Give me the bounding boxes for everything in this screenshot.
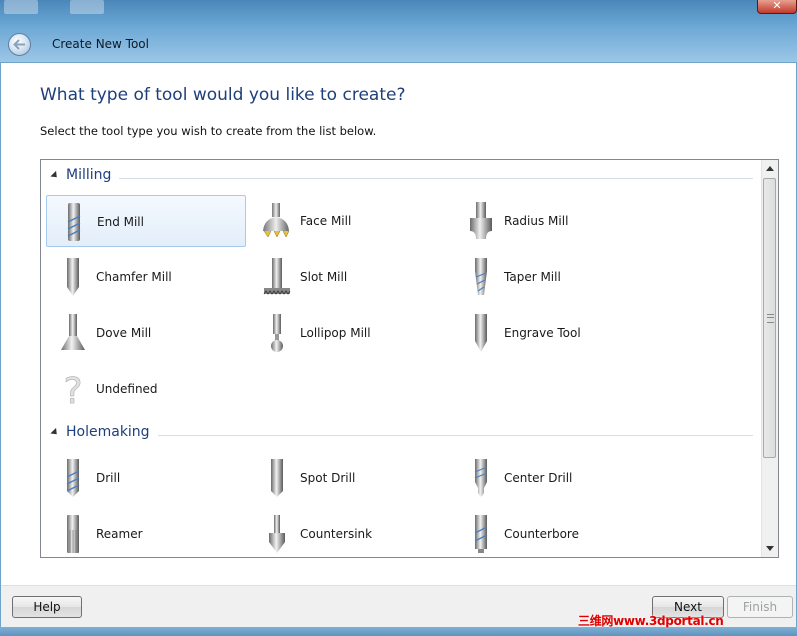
wizard-page: What type of tool would you like to crea… <box>1 63 796 585</box>
tool-item-slot-mill[interactable]: Slot Mill <box>250 251 450 303</box>
question-mark-icon: ? <box>63 371 83 409</box>
tool-item-radius-mill[interactable]: Radius Mill <box>454 195 654 247</box>
tool-item-label: Counterbore <box>504 527 579 541</box>
tool-item-face-mill[interactable]: Face Mill <box>250 195 450 247</box>
finish-button[interactable]: Finish <box>727 596 793 618</box>
tool-item-label: Face Mill <box>300 214 352 228</box>
chamfer-mill-icon <box>67 258 79 296</box>
tool-item-label: End Mill <box>97 215 144 229</box>
tool-item-label: Engrave Tool <box>504 326 581 340</box>
tool-item-chamfer-mill[interactable]: Chamfer Mill <box>46 251 246 303</box>
scroll-down-arrow-icon[interactable] <box>766 546 774 551</box>
desktop-icon <box>70 0 104 14</box>
tool-item-label: Lollipop Mill <box>300 326 371 340</box>
tool-item-center-drill[interactable]: Center Drill <box>454 452 654 504</box>
tool-item-engrave-tool[interactable]: Engrave Tool <box>454 307 654 359</box>
help-button[interactable]: Help <box>12 596 82 618</box>
lollipop-mill-icon <box>271 314 283 352</box>
taper-mill-icon <box>475 258 487 295</box>
page-heading: What type of tool would you like to crea… <box>40 85 406 105</box>
tool-item-label: Spot Drill <box>300 471 356 485</box>
group-header-holemaking[interactable]: Holemaking <box>41 424 755 444</box>
tool-item-label: Chamfer Mill <box>96 270 172 284</box>
tool-item-dove-mill[interactable]: Dove Mill <box>46 307 246 359</box>
dove-mill-icon <box>61 314 85 350</box>
tool-item-reamer[interactable]: Reamer <box>46 508 246 557</box>
tool-item-label: Center Drill <box>504 471 573 485</box>
tool-item-label: Countersink <box>300 527 373 541</box>
tool-item-label: Slot Mill <box>300 270 348 284</box>
tool-item-taper-mill[interactable]: Taper Mill <box>454 251 654 303</box>
tool-item-label: Taper Mill <box>504 270 561 284</box>
group-title: Holemaking <box>66 424 158 440</box>
tool-item-label: Reamer <box>96 527 143 541</box>
scroll-up-arrow-icon[interactable] <box>766 166 774 171</box>
group-divider <box>66 178 753 179</box>
page-subtitle: Select the tool type you wish to create … <box>40 124 377 138</box>
tool-item-label: Undefined <box>96 382 158 396</box>
tool-item-spot-drill[interactable]: Spot Drill <box>250 452 450 504</box>
tool-item-label: Dove Mill <box>96 326 152 340</box>
countersink-icon <box>269 515 285 553</box>
reamer-icon <box>67 515 79 553</box>
window-title: Create New Tool <box>52 37 149 51</box>
desktop-icon <box>4 0 38 14</box>
tool-item-drill[interactable]: Drill <box>46 452 246 504</box>
tool-item-end-mill[interactable]: End Mill <box>46 195 246 247</box>
tool-item-counterbore[interactable]: Counterbore <box>454 508 654 557</box>
slot-mill-icon <box>263 258 291 295</box>
spot-drill-icon <box>271 459 283 497</box>
title-bar: Create New Tool ✕ <box>0 0 797 62</box>
group-divider <box>66 435 753 436</box>
collapse-triangle-icon[interactable] <box>50 427 60 438</box>
group-header-milling[interactable]: Milling <box>41 167 755 187</box>
end-mill-icon <box>67 203 81 241</box>
back-arrow-icon <box>13 39 25 50</box>
counterbore-icon <box>474 515 488 553</box>
grip-icon <box>767 314 774 323</box>
tool-item-countersink[interactable]: Countersink <box>250 508 450 557</box>
svg-text:?: ? <box>63 371 82 409</box>
tool-type-list[interactable]: Milling End Mill Face Mill Radius Mill C… <box>40 159 779 558</box>
watermark: 三维网www.3dportal.cn <box>578 614 724 628</box>
group-title: Milling <box>66 167 120 183</box>
radius-mill-icon <box>470 202 492 239</box>
tool-item-undefined[interactable]: ? Undefined <box>46 363 246 415</box>
drill-icon <box>66 459 80 497</box>
scroll-thumb[interactable] <box>763 178 776 458</box>
vertical-scrollbar[interactable] <box>761 160 778 557</box>
face-mill-icon <box>263 203 290 238</box>
close-button[interactable]: ✕ <box>757 0 797 14</box>
collapse-triangle-icon[interactable] <box>50 170 60 181</box>
back-button[interactable] <box>8 33 31 56</box>
tool-item-label: Radius Mill <box>504 214 569 228</box>
engrave-tool-icon <box>475 314 487 352</box>
tool-item-label: Drill <box>96 471 121 485</box>
tool-item-lollipop-mill[interactable]: Lollipop Mill <box>250 307 450 359</box>
center-drill-icon <box>474 459 488 497</box>
